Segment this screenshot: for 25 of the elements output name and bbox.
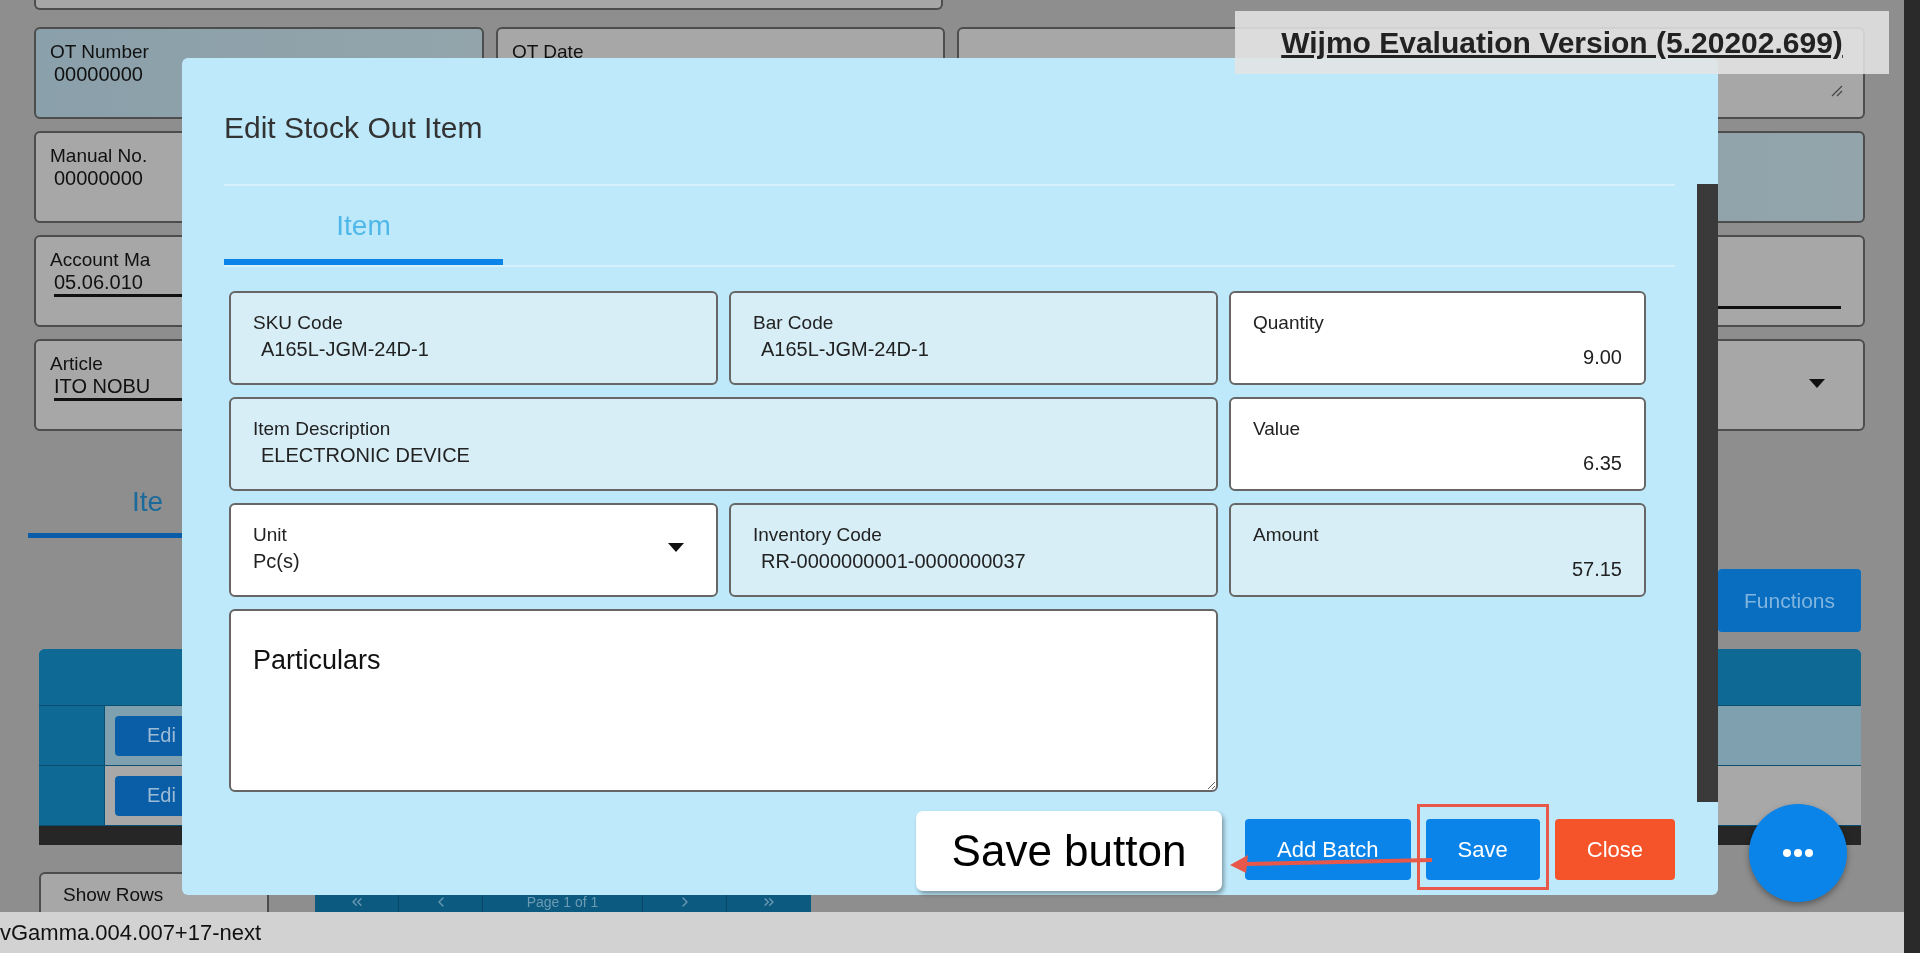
field-value: Pc(s) bbox=[253, 550, 300, 573]
field-label: Bar Code bbox=[753, 312, 835, 334]
field-value: 00000000 bbox=[54, 167, 144, 191]
field-value: 57.15 bbox=[1571, 558, 1622, 581]
field-label: SKU Code bbox=[253, 312, 344, 334]
field-value: RR-0000000001-0000000037 bbox=[760, 550, 1026, 573]
field-label: Value bbox=[1253, 418, 1302, 440]
field-label: Manual No. bbox=[50, 145, 149, 167]
field-label: Item Description bbox=[253, 418, 392, 440]
dialog-title: Edit Stock Out Item bbox=[224, 110, 484, 146]
field-value: A165L-JGM-24D-1 bbox=[260, 338, 429, 361]
field-label: Amount bbox=[1253, 524, 1320, 546]
field-label: Inventory Code bbox=[753, 524, 883, 546]
field-value: 9.00 bbox=[1583, 346, 1622, 369]
field-value: ELECTRONIC DEVICE bbox=[260, 444, 470, 467]
field-value: A165L-JGM-24D-1 bbox=[760, 338, 929, 361]
field-label: Quantity bbox=[1253, 312, 1325, 334]
callout-label: Save button bbox=[916, 811, 1222, 891]
version-text: vGamma.004.007+17-next bbox=[0, 912, 1904, 953]
field-label: Account Ma bbox=[50, 249, 152, 271]
field-label: OT Number bbox=[50, 41, 150, 63]
field-value: 6.35 bbox=[1583, 452, 1622, 475]
field-label: OT Date bbox=[512, 41, 585, 63]
field-label: Article bbox=[50, 353, 104, 375]
field-value: 00000000 bbox=[54, 63, 144, 87]
